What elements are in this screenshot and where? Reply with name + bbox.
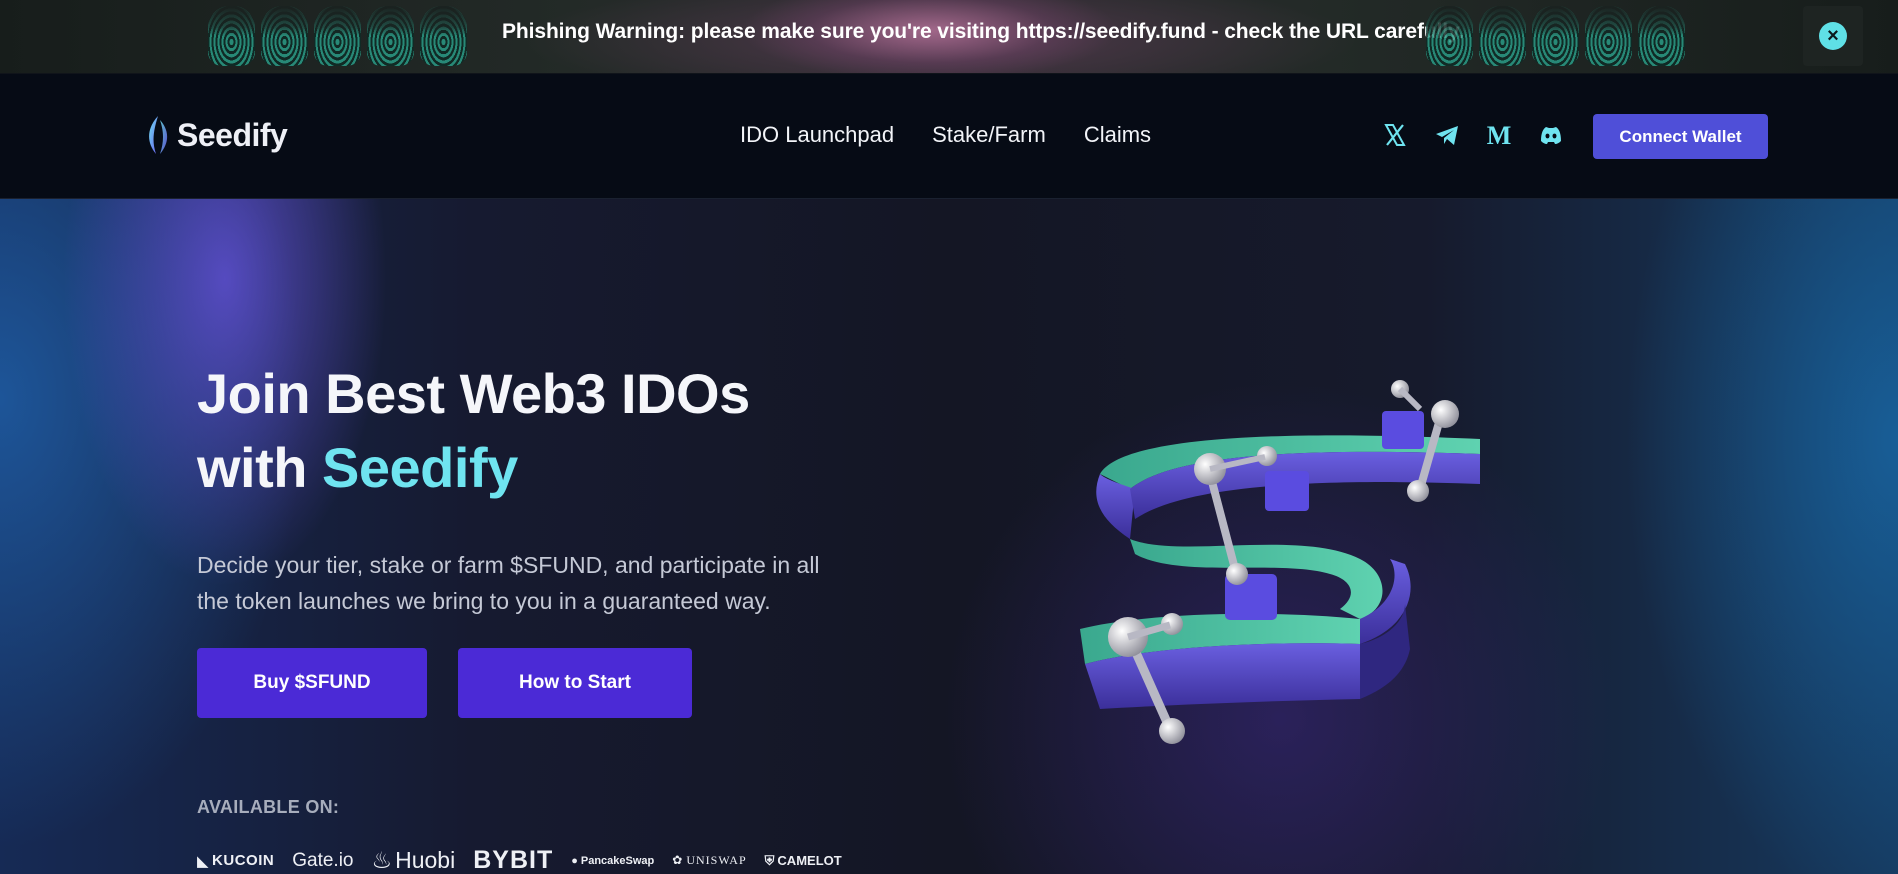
- hero-section: Join Best Web3 IDOs with Seedify Decide …: [0, 199, 1898, 874]
- fingerprint-icon: [1479, 6, 1526, 66]
- fingerprint-icon: [314, 6, 361, 66]
- pancakeswap-logo[interactable]: ● PancakeSwap: [571, 855, 654, 867]
- nav-link-claims[interactable]: Claims: [1084, 122, 1151, 148]
- gate-io-logo[interactable]: Gate.io: [292, 850, 353, 872]
- seedify-leaf-icon: [149, 116, 168, 154]
- fingerprint-icon: [420, 6, 467, 66]
- exchange-logos: ◣ KUCOIN Gate.io ♨ Huobi BYBIT ● PancakeSwa…: [197, 846, 842, 874]
- x-link[interactable]: [1380, 120, 1410, 150]
- fingerprint-icon: [1532, 6, 1579, 66]
- how-to-start-button[interactable]: How to Start: [458, 648, 692, 718]
- nav-links: IDO Launchpad Stake/Farm Claims: [740, 122, 1151, 148]
- telegram-link[interactable]: [1432, 120, 1462, 150]
- svg-text:M: M: [1487, 121, 1512, 149]
- logo-text: Seedify: [177, 116, 288, 153]
- connect-wallet-button[interactable]: Connect Wallet: [1593, 114, 1768, 159]
- fingerprint-icon: [1585, 6, 1632, 66]
- fingerprint-icon: [1426, 6, 1473, 66]
- uniswap-logo[interactable]: ✿ UNISWAP: [672, 853, 746, 868]
- fingerprint-decoration-right: [1426, 6, 1685, 66]
- hero-title: Join Best Web3 IDOs with Seedify: [197, 357, 897, 505]
- nav-link-stake-farm[interactable]: Stake/Farm: [932, 122, 1046, 148]
- hero-title-line1: Join Best Web3 IDOs: [197, 362, 750, 425]
- phishing-banner: Phishing Warning: please make sure you'r…: [0, 0, 1898, 74]
- conveyor-robot-illustration: [1080, 380, 1480, 744]
- close-banner-button[interactable]: ×: [1803, 6, 1863, 66]
- medium-link[interactable]: M: [1484, 120, 1514, 150]
- buy-sfund-button[interactable]: Buy $SFUND: [197, 648, 427, 718]
- fingerprint-icon: [208, 6, 255, 66]
- hero-title-accent: Seedify: [322, 436, 518, 499]
- fingerprint-icon: [261, 6, 308, 66]
- kucoin-logo[interactable]: ◣ KUCOIN: [197, 852, 274, 870]
- fingerprint-icon: [1638, 6, 1685, 66]
- discord-link[interactable]: [1536, 120, 1566, 150]
- medium-icon: M: [1487, 121, 1512, 149]
- nav-link-ido-launchpad[interactable]: IDO Launchpad: [740, 122, 894, 148]
- telegram-icon: [1436, 126, 1458, 145]
- hero-subtitle: Decide your tier, stake or farm $SFUND, …: [197, 552, 820, 614]
- social-links: M: [1380, 120, 1566, 150]
- phishing-warning-text: Phishing Warning: please make sure you'r…: [502, 20, 1464, 43]
- camelot-logo[interactable]: ⛨ CAMELOT: [765, 853, 842, 869]
- seedify-logo[interactable]: Seedify: [143, 114, 288, 156]
- close-icon: ×: [1819, 22, 1847, 50]
- huobi-logo[interactable]: ♨ Huobi: [371, 847, 455, 874]
- hero-title-with: with: [197, 436, 323, 499]
- x-icon: [1384, 124, 1406, 146]
- fingerprint-icon: [367, 6, 414, 66]
- bybit-logo[interactable]: BYBIT: [473, 846, 553, 874]
- available-on-label: AVAILABLE ON:: [197, 797, 340, 817]
- discord-icon: [1541, 127, 1561, 144]
- top-navbar: Seedify IDO Launchpad Stake/Farm Claims …: [0, 74, 1898, 199]
- fingerprint-decoration-left: [208, 6, 467, 66]
